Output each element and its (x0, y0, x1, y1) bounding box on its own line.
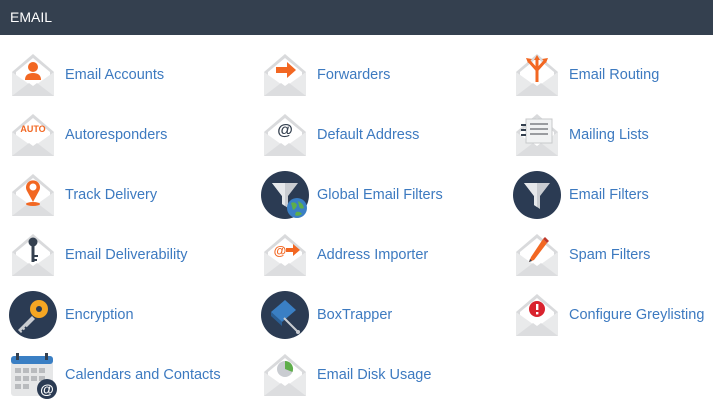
location-pin-icon (12, 174, 54, 216)
email-accounts-label: Email Accounts (65, 67, 165, 83)
address-importer-label: Address Importer (317, 247, 429, 263)
forwarders-label: Forwarders (317, 67, 391, 83)
email-disk-usage-link[interactable]: Email Disk Usage (260, 349, 431, 401)
forwarders-link[interactable]: Forwarders (260, 49, 390, 101)
encryption-key-icon (9, 291, 57, 339)
calendars-and-contacts-label: Calendars and Contacts (65, 367, 221, 383)
calendar-icon: @ (11, 353, 57, 399)
email-disk-usage-label: Email Disk Usage (317, 367, 432, 383)
address-importer-link[interactable]: @ Address Importer (260, 229, 428, 281)
svg-text:AUTO: AUTO (20, 124, 45, 134)
forward-arrow-icon (264, 54, 306, 96)
mailing-list-icon (516, 114, 558, 156)
key-icon (12, 234, 54, 276)
svg-text:@: @ (274, 243, 287, 258)
email-deliverability-label: Email Deliverability (65, 247, 188, 263)
email-tools-grid: Email Accounts Forwarders Email Routing … (0, 35, 713, 407)
email-routing-link[interactable]: Email Routing (512, 49, 659, 101)
spam-pen-icon (516, 234, 558, 276)
default-address-link[interactable]: @ Default Address (260, 109, 419, 161)
at-sign-icon: @ (264, 114, 306, 156)
email-filters-label: Email Filters (569, 187, 649, 203)
filter-funnel-icon (513, 171, 561, 219)
calendars-and-contacts-link[interactable]: @ Calendars and Contacts (8, 349, 221, 401)
default-address-label: Default Address (317, 127, 420, 143)
global-email-filters-link[interactable]: Global Email Filters (260, 169, 443, 221)
autoresponders-link[interactable]: AUTO Autoresponders (8, 109, 167, 161)
configure-greylisting-link[interactable]: Configure Greylisting (512, 289, 704, 341)
boxtrapper-link[interactable]: BoxTrapper (260, 289, 392, 341)
greylist-alert-icon (516, 294, 558, 336)
track-delivery-label: Track Delivery (65, 187, 158, 203)
section-title: EMAIL (10, 9, 53, 25)
address-import-icon: @ (264, 234, 306, 276)
spam-filters-label: Spam Filters (569, 247, 651, 263)
box-trap-icon (261, 291, 309, 339)
email-accounts-icon (12, 54, 54, 96)
track-delivery-link[interactable]: Track Delivery (8, 169, 157, 221)
encryption-link[interactable]: Encryption (8, 289, 134, 341)
routing-fork-icon (516, 54, 558, 96)
svg-text:@: @ (277, 122, 293, 139)
autoresponders-label: Autoresponders (65, 127, 168, 143)
email-accounts-link[interactable]: Email Accounts (8, 49, 164, 101)
svg-text:@: @ (40, 381, 54, 397)
boxtrapper-label: BoxTrapper (317, 307, 393, 323)
email-filters-link[interactable]: Email Filters (512, 169, 649, 221)
email-deliverability-link[interactable]: Email Deliverability (8, 229, 187, 281)
mailing-lists-link[interactable]: Mailing Lists (512, 109, 649, 161)
disk-usage-pie-icon (264, 354, 306, 396)
global-filter-icon (261, 171, 309, 219)
global-email-filters-label: Global Email Filters (317, 187, 443, 203)
spam-filters-link[interactable]: Spam Filters (512, 229, 650, 281)
encryption-label: Encryption (65, 307, 134, 323)
configure-greylisting-label: Configure Greylisting (569, 307, 705, 323)
email-routing-label: Email Routing (569, 67, 660, 83)
autoresponder-icon: AUTO (12, 114, 54, 156)
email-section-header: EMAIL (0, 0, 713, 35)
mailing-lists-label: Mailing Lists (569, 127, 649, 143)
